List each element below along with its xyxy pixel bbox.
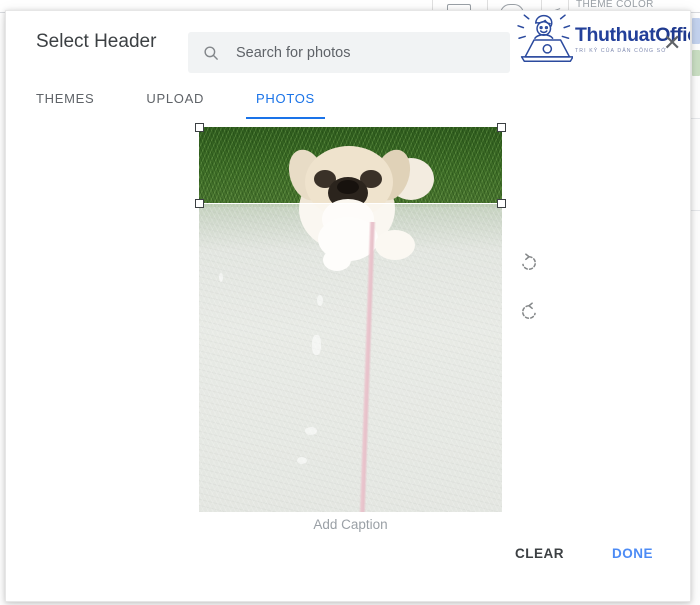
select-header-dialog: Select Header Search for photos Thuthuat… — [5, 10, 691, 602]
photo-speck — [219, 273, 223, 282]
background-divider — [690, 118, 700, 119]
clear-button[interactable]: CLEAR — [505, 538, 574, 569]
crop-visible-photo — [199, 127, 502, 203]
crop-selection-window[interactable] — [198, 126, 503, 204]
photo-speck — [297, 457, 307, 464]
logo-word-part-2: Office — [655, 23, 690, 46]
rotate-counterclockwise-icon[interactable] — [518, 252, 540, 274]
crop-handle-bottom-left[interactable] — [195, 199, 204, 208]
dialog-header: Select Header Search for photos Thuthuat… — [6, 11, 690, 73]
rotate-clockwise-icon[interactable] — [518, 301, 540, 323]
search-input[interactable] — [236, 32, 496, 73]
dialog-footer: CLEAR DONE — [6, 527, 690, 601]
photo-speck — [305, 427, 317, 435]
photo-dog-subject — [288, 146, 434, 203]
background-divider — [690, 210, 700, 211]
logo-tagline: TRI KỶ CỦA DÂN CÔNG SỞ — [575, 48, 667, 55]
photo-speck — [317, 295, 323, 306]
photo-speck — [312, 335, 321, 355]
close-icon[interactable]: ✕ — [663, 32, 681, 54]
tab-themes[interactable]: THEMES — [36, 91, 94, 119]
crop-handle-top-left[interactable] — [195, 123, 204, 132]
photo-editor-area: Add Caption — [6, 119, 690, 561]
crop-handle-top-right[interactable] — [497, 123, 506, 132]
person-at-laptop-icon — [517, 14, 573, 63]
logo-word-part-1: Thuthuat — [575, 23, 656, 46]
done-button[interactable]: DONE — [602, 538, 663, 569]
tab-upload[interactable]: UPLOAD — [146, 91, 204, 119]
background-color-chip — [692, 50, 700, 76]
watermark-logo: ThuthuatOffice TRI KỶ CỦA DÂN CÔNG SỞ ✕ — [511, 11, 690, 74]
background-color-chip — [692, 18, 700, 44]
crop-handle-bottom-right[interactable] — [497, 199, 506, 208]
page-title: Select Header — [36, 31, 157, 52]
search-icon — [204, 45, 218, 60]
logo-wordmark: ThuthuatOffice — [575, 23, 690, 46]
tab-photos[interactable]: PHOTOS — [246, 91, 325, 119]
search-bar[interactable] — [188, 32, 510, 73]
photo-frame[interactable] — [195, 123, 506, 512]
tab-bar: THEMES UPLOAD PHOTOS — [6, 73, 690, 119]
theme-color-label: THEME COLOR — [576, 0, 654, 10]
